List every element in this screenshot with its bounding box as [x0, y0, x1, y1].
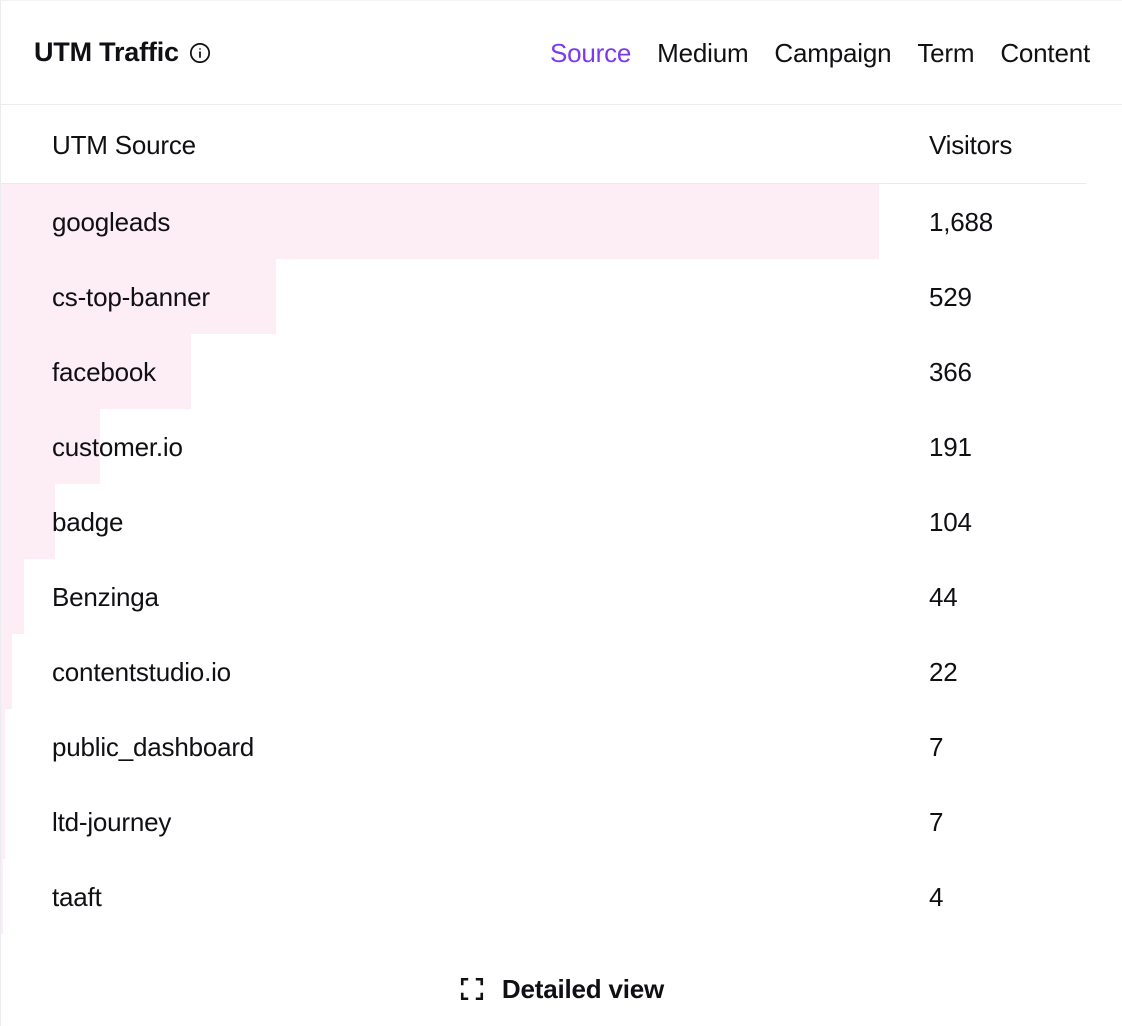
row-label: Benzinga	[52, 581, 159, 612]
table-row[interactable]: ltd-journey 7	[1, 784, 1122, 859]
table-column-headers: UTM Source Visitors	[1, 105, 1122, 184]
table-row[interactable]: Benzinga 44	[1, 559, 1122, 634]
row-value: 529	[929, 281, 972, 312]
column-header-visitors: Visitors	[929, 129, 1013, 160]
tab-source[interactable]: Source	[550, 40, 631, 66]
row-label: ltd-journey	[52, 806, 172, 837]
info-circle-icon[interactable]	[189, 42, 211, 64]
row-label: googleads	[52, 206, 171, 237]
table-row[interactable]: taaft 4	[1, 859, 1122, 934]
tab-campaign[interactable]: Campaign	[774, 40, 891, 66]
expand-corners-icon	[459, 976, 485, 1002]
row-value: 22	[929, 656, 958, 687]
row-value: 191	[929, 431, 972, 462]
row-label: public_dashboard	[52, 731, 255, 762]
utm-tabs: Source Medium Campaign Term Content	[550, 40, 1090, 66]
tab-content[interactable]: Content	[1000, 40, 1090, 66]
table-row[interactable]: googleads 1,688	[1, 184, 1122, 259]
row-label: badge	[52, 506, 124, 537]
row-value: 44	[929, 581, 958, 612]
row-value: 7	[929, 806, 944, 837]
row-value: 7	[929, 731, 944, 762]
title-group: UTM Traffic	[34, 39, 211, 66]
table-row[interactable]: customer.io 191	[1, 409, 1122, 484]
detailed-view-label: Detailed view	[501, 974, 665, 1004]
card-footer: Detailed view	[1, 952, 1122, 1026]
card-header: UTM Traffic Source Medium Campaign Term …	[1, 1, 1122, 105]
table-row[interactable]: facebook 366	[1, 334, 1122, 409]
row-value: 1,688	[929, 206, 994, 237]
row-label: cs-top-banner	[52, 281, 210, 312]
page-title: UTM Traffic	[34, 37, 179, 67]
row-label: contentstudio.io	[52, 656, 231, 687]
table-row[interactable]: cs-top-banner 529	[1, 259, 1122, 334]
tab-term[interactable]: Term	[917, 40, 974, 66]
row-value: 104	[929, 506, 972, 537]
table-row[interactable]: contentstudio.io 22	[1, 634, 1122, 709]
utm-source-table: UTM Source Visitors googleads 1,688 cs-t…	[1, 105, 1122, 952]
table-body: googleads 1,688 cs-top-banner 529 facebo…	[1, 184, 1122, 934]
row-value: 366	[929, 356, 972, 387]
column-header-utm-source: UTM Source	[52, 129, 196, 160]
utm-traffic-card: UTM Traffic Source Medium Campaign Term …	[0, 0, 1122, 1026]
row-label: taaft	[52, 881, 102, 912]
row-label: facebook	[52, 356, 156, 387]
table-row[interactable]: badge 104	[1, 484, 1122, 559]
row-value: 4	[929, 881, 944, 912]
row-label: customer.io	[52, 431, 183, 462]
tab-medium[interactable]: Medium	[657, 40, 748, 66]
table-row[interactable]: public_dashboard 7	[1, 709, 1122, 784]
detailed-view-button[interactable]: Detailed view	[449, 970, 674, 1008]
